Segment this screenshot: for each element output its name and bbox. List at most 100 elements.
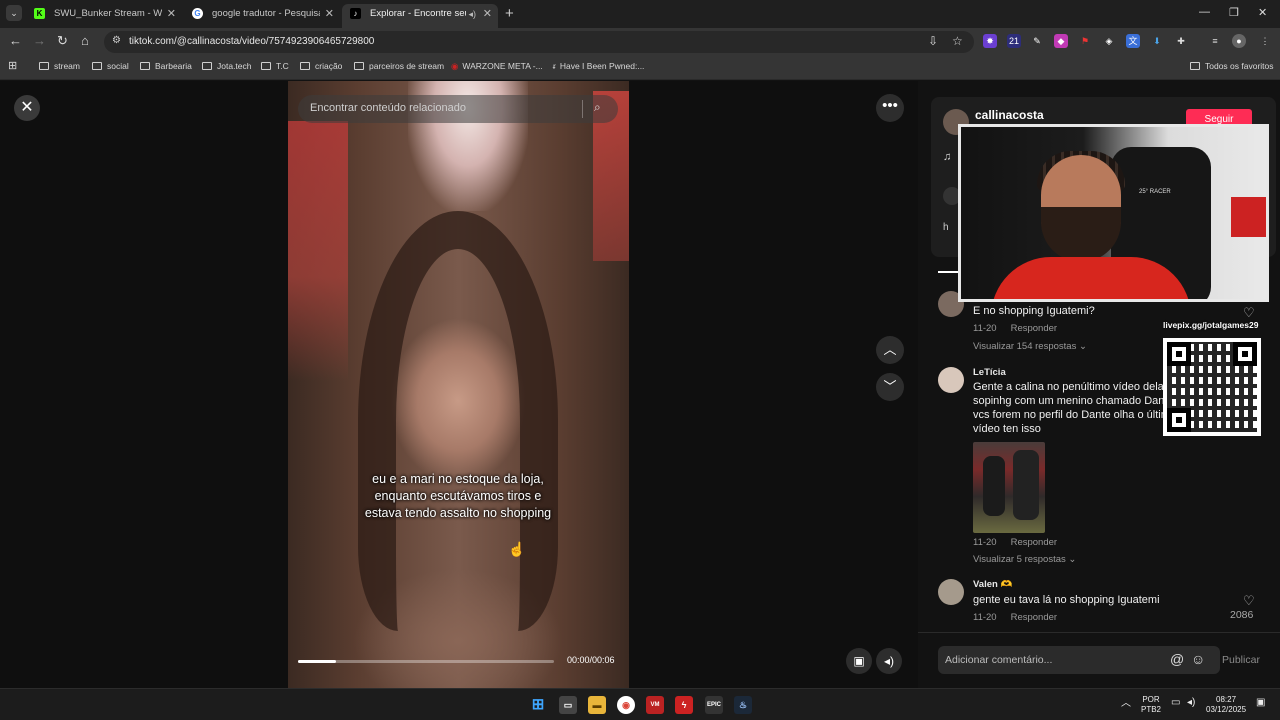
- menu-kebab-icon[interactable]: ⋮: [1258, 34, 1272, 48]
- close-video-button[interactable]: ✕: [14, 95, 40, 121]
- previous-video-button[interactable]: ︿: [876, 336, 904, 364]
- extensions-puzzle-icon[interactable]: ✚: [1174, 34, 1188, 48]
- translate-icon[interactable]: 文: [1126, 34, 1140, 48]
- extension-icon[interactable]: ⚑: [1078, 34, 1092, 48]
- bookmark-folder-jotatech[interactable]: Jota.tech: [202, 61, 252, 71]
- chrome-icon[interactable]: ◉: [617, 696, 635, 714]
- file-explorer-icon[interactable]: ▬: [588, 696, 606, 714]
- restore-button[interactable]: ❐: [1229, 6, 1239, 19]
- reply-button[interactable]: Responder: [1011, 612, 1057, 623]
- address-bar[interactable]: ⚙ tiktok.com/@callinacosta/video/7574923…: [104, 31, 974, 53]
- folder-icon: [300, 62, 310, 70]
- voicemeeter-icon[interactable]: VM: [646, 696, 664, 714]
- more-options-button[interactable]: •••: [876, 94, 904, 122]
- folder-icon: [92, 62, 102, 70]
- bookmark-have-i-been-pwned[interactable]: ᵲ Have I Been Pwned:...: [553, 61, 644, 71]
- forward-icon[interactable]: →: [33, 33, 46, 48]
- reading-list-icon[interactable]: ≡: [1208, 34, 1222, 48]
- minimize-button[interactable]: —: [1199, 6, 1210, 18]
- eyedropper-icon[interactable]: ✎: [1030, 34, 1044, 48]
- steam-icon[interactable]: ♨: [734, 696, 752, 714]
- mouse-cursor-icon: ☝: [508, 541, 526, 557]
- extension-icon[interactable]: ◈: [1102, 34, 1116, 48]
- comment-image[interactable]: [973, 442, 1045, 533]
- reply-button[interactable]: Responder: [1011, 323, 1057, 334]
- bookmark-warzone-meta[interactable]: ◉ WARZONE META -...: [451, 61, 543, 72]
- creator-username[interactable]: callinacosta: [975, 108, 1044, 122]
- url-text[interactable]: tiktok.com/@callinacosta/video/757492390…: [129, 36, 374, 47]
- notifications-icon[interactable]: ▣: [1256, 698, 1265, 708]
- mention-icon[interactable]: @: [1170, 651, 1184, 667]
- volume-icon[interactable]: ◂): [876, 648, 902, 674]
- like-count: 2086: [1230, 609, 1254, 621]
- comments-tab-indicator: [938, 271, 958, 273]
- comment-username[interactable]: Valen 🫶: [973, 579, 1012, 590]
- tab-swu-bunker[interactable]: K SWU_Bunker Stream - Watch L ✕: [26, 4, 182, 28]
- site-info-icon[interactable]: ⚙: [112, 35, 121, 46]
- tab-title: SWU_Bunker Stream - Watch L: [54, 8, 162, 19]
- view-replies-button[interactable]: Visualizar 154 respostas ⌄: [973, 341, 1087, 352]
- all-bookmarks[interactable]: Todos os favoritos: [1190, 61, 1274, 71]
- related-search-input[interactable]: Encontrar conteúdo relacionado ⌕: [298, 95, 618, 123]
- heart-icon[interactable]: ♡: [1243, 593, 1255, 609]
- home-icon[interactable]: ⌂: [81, 33, 89, 48]
- install-app-icon[interactable]: ⇩: [928, 34, 938, 48]
- avatar[interactable]: [938, 579, 964, 605]
- close-tab-icon[interactable]: ✕: [325, 4, 334, 24]
- reply-button[interactable]: Responder: [1011, 537, 1057, 548]
- video-player[interactable]: Encontrar conteúdo relacionado ⌕ eu e a …: [288, 81, 629, 688]
- view-replies-button[interactable]: Visualizar 5 respostas ⌄: [973, 554, 1076, 565]
- new-tab-button[interactable]: +: [505, 5, 514, 22]
- video-progress-bar[interactable]: [298, 660, 554, 663]
- bookmark-star-icon[interactable]: ☆: [952, 34, 963, 48]
- app-lightning-icon[interactable]: ϟ: [675, 696, 693, 714]
- bookmark-folder-criacao[interactable]: criação: [300, 61, 342, 71]
- close-window-button[interactable]: ✕: [1258, 6, 1267, 19]
- hashtag-pill[interactable]: h: [943, 222, 949, 233]
- qr-code: [1163, 338, 1261, 436]
- panel-divider: [918, 632, 1280, 633]
- speaker-icon[interactable]: ◂): [1187, 698, 1195, 708]
- add-comment-input[interactable]: Adicionar comentário... @ ☺: [938, 646, 1220, 674]
- windows-start-icon[interactable]: ⊞: [529, 696, 547, 714]
- close-tab-icon[interactable]: ✕: [483, 4, 492, 24]
- task-view-icon[interactable]: ▭: [559, 696, 577, 714]
- profile-avatar[interactable]: ●: [1232, 34, 1246, 48]
- bookmark-folder-stream[interactable]: stream: [39, 61, 80, 71]
- extension-icon[interactable]: ⬇: [1150, 34, 1164, 48]
- extension-icon[interactable]: ✸: [983, 34, 997, 48]
- audio-playing-icon[interactable]: ◂): [468, 4, 476, 24]
- close-tab-icon[interactable]: ✕: [167, 4, 176, 24]
- emoji-icon[interactable]: ☺: [1191, 651, 1205, 667]
- bookmark-folder-barbearia[interactable]: Barbearia: [140, 61, 192, 71]
- clock[interactable]: 08:27 03/12/2025: [1206, 695, 1246, 715]
- tab-search-button[interactable]: ⌄: [6, 5, 22, 21]
- epic-games-icon[interactable]: EPIC: [705, 696, 723, 714]
- bookmark-folder-tc[interactable]: T.C: [261, 61, 289, 71]
- comment-text: gente eu tava lá no shopping Iguatemi: [973, 594, 1160, 606]
- apps-grid-icon[interactable]: ⊞: [8, 59, 17, 72]
- comment-username[interactable]: LeTícia: [973, 367, 1006, 378]
- bookmark-folder-social[interactable]: social: [92, 61, 129, 71]
- bookmark-folder-parceiros[interactable]: parceiros de stream: [354, 61, 444, 71]
- comment-meta: 11-20 Responder: [973, 537, 1057, 548]
- video-caption: eu e a mari no estoque da loja, enquanto…: [328, 471, 588, 522]
- folder-icon: [39, 62, 49, 70]
- heart-icon[interactable]: ♡: [1243, 305, 1255, 321]
- next-video-button[interactable]: ﹀: [876, 373, 904, 401]
- reload-icon[interactable]: ↻: [57, 33, 68, 49]
- avatar[interactable]: [938, 367, 964, 393]
- tab-google-tradutor[interactable]: G google tradutor - Pesquisa Goo ✕: [184, 4, 340, 28]
- network-icon[interactable]: ▭: [1171, 698, 1180, 708]
- search-icon[interactable]: ⌕: [594, 100, 601, 115]
- publish-button[interactable]: Publicar: [1222, 654, 1260, 666]
- browser-tab-bar: ⌄ K SWU_Bunker Stream - Watch L ✕ G goog…: [0, 0, 1280, 28]
- extension-icon[interactable]: 21: [1007, 34, 1021, 48]
- back-icon[interactable]: ←: [9, 33, 22, 48]
- tab-tiktok-explorar[interactable]: ♪ Explorar - Encontre seus víd ◂) ✕: [342, 4, 498, 28]
- show-hidden-icons[interactable]: ︿: [1121, 699, 1131, 709]
- pip-icon[interactable]: ▣: [846, 648, 872, 674]
- language-indicator[interactable]: POR PTB2: [1141, 695, 1161, 715]
- extension-icon[interactable]: ◆: [1054, 34, 1068, 48]
- music-note-icon[interactable]: ♫: [943, 151, 951, 163]
